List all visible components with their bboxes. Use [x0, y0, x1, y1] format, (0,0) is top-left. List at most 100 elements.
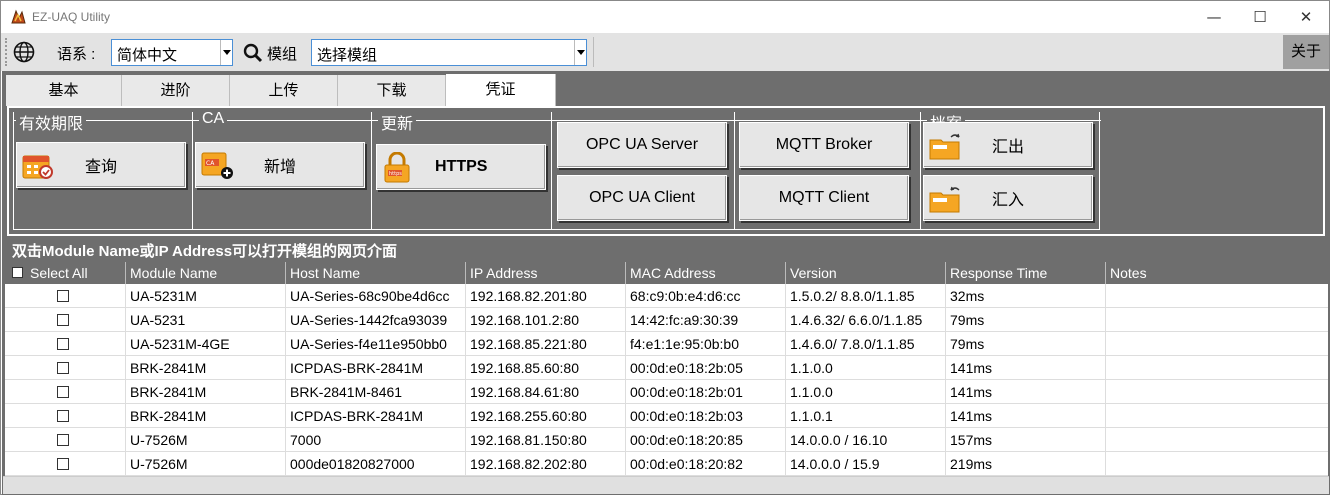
- folder-import-icon: [929, 186, 960, 213]
- opcua-server-button[interactable]: OPC UA Server: [557, 122, 727, 168]
- group-divider: [551, 112, 552, 230]
- row-checkbox[interactable]: [57, 290, 69, 302]
- globe-icon: [13, 41, 35, 63]
- mac-address-cell: 00:0d:e0:18:2b:01: [625, 380, 785, 404]
- ip-address-cell[interactable]: 192.168.101.2:80: [465, 308, 625, 332]
- select-cell[interactable]: [5, 380, 125, 404]
- mac-address-cell: f4:e1:1e:95:0b:b0: [625, 332, 785, 356]
- group-ca: CA CA 新增: [192, 110, 373, 230]
- version-cell: 14.0.0.0 / 15.9: [785, 452, 945, 476]
- tab-download[interactable]: 下载: [338, 75, 446, 106]
- header-response-time[interactable]: Response Time: [945, 262, 1105, 284]
- ip-address-cell[interactable]: 192.168.81.150:80: [465, 428, 625, 452]
- header-notes[interactable]: Notes: [1105, 262, 1328, 284]
- import-button-label: 汇入: [992, 192, 1025, 209]
- chevron-down-icon[interactable]: [220, 40, 232, 65]
- module-name-cell[interactable]: UA-5231M-4GE: [125, 332, 285, 356]
- close-button[interactable]: ✕: [1283, 1, 1329, 33]
- select-cell[interactable]: [5, 404, 125, 428]
- add-ca-button-label: 新增: [264, 159, 297, 176]
- svg-text:https: https: [389, 171, 402, 177]
- export-button-label: 汇出: [992, 139, 1025, 156]
- table-row[interactable]: UA-5231 UA-Series-1442fca93039 192.168.101…: [5, 308, 1328, 332]
- header-module-name[interactable]: Module Name: [125, 262, 285, 284]
- hint-text: 双击Module Name或IP Address可以打开模组的网页介面: [12, 243, 398, 260]
- table-row[interactable]: U-7526M 000de01820827000 192.168.82.202:80…: [5, 452, 1328, 476]
- ip-address-cell[interactable]: 192.168.255.60:80: [465, 404, 625, 428]
- group-update-label: 更新: [378, 110, 417, 134]
- row-checkbox[interactable]: [57, 386, 69, 398]
- select-cell[interactable]: [5, 308, 125, 332]
- main-area: 基本 进阶 上传 下载 凭证 有效期限 查询 CA CA 新增 更新 https…: [2, 71, 1330, 495]
- ip-address-cell[interactable]: 192.168.82.202:80: [465, 452, 625, 476]
- ip-address-cell[interactable]: 192.168.82.201:80: [465, 284, 625, 308]
- ip-address-cell[interactable]: 192.168.84.61:80: [465, 380, 625, 404]
- maximize-button[interactable]: ☐: [1237, 1, 1283, 33]
- minimize-button[interactable]: —: [1191, 1, 1237, 33]
- opcua-client-button[interactable]: OPC UA Client: [557, 175, 727, 221]
- table-row[interactable]: BRK-2841M ICPDAS-BRK-2841M 192.168.255.60:…: [5, 404, 1328, 428]
- header-mac-address[interactable]: MAC Address: [625, 262, 785, 284]
- select-cell[interactable]: [5, 332, 125, 356]
- select-cell[interactable]: [5, 284, 125, 308]
- https-button[interactable]: https HTTPS: [376, 144, 546, 190]
- host-name-cell: BRK-2841M-8461: [285, 380, 465, 404]
- row-checkbox[interactable]: [57, 458, 69, 470]
- chevron-down-icon[interactable]: [574, 40, 586, 65]
- table-row[interactable]: BRK-2841M ICPDAS-BRK-2841M 192.168.85.60:8…: [5, 356, 1328, 380]
- export-button[interactable]: 汇出: [923, 122, 1093, 168]
- tab-upload[interactable]: 上传: [230, 75, 338, 106]
- module-table: Select All Module Name Host Name IP Addr…: [5, 262, 1328, 492]
- add-ca-button[interactable]: CA 新增: [195, 142, 365, 188]
- module-select[interactable]: 选择模组: [311, 39, 587, 66]
- import-button[interactable]: 汇入: [923, 175, 1093, 221]
- mac-address-cell: 00:0d:e0:18:2b:05: [625, 356, 785, 380]
- table-row[interactable]: BRK-2841M BRK-2841M-8461 192.168.84.61:80 0…: [5, 380, 1328, 404]
- row-checkbox[interactable]: [57, 314, 69, 326]
- module-name-cell[interactable]: BRK-2841M: [125, 356, 285, 380]
- row-checkbox[interactable]: [57, 434, 69, 446]
- version-cell: 14.0.0.0 / 16.10: [785, 428, 945, 452]
- horizontal-scrollbar[interactable]: [3, 476, 1329, 494]
- ip-address-cell[interactable]: 192.168.85.221:80: [465, 332, 625, 356]
- notes-cell: [1105, 356, 1328, 380]
- row-checkbox[interactable]: [57, 338, 69, 350]
- version-cell: 1.4.6.0/ 7.8.0/1.1.85: [785, 332, 945, 356]
- module-name-cell[interactable]: UA-5231: [125, 308, 285, 332]
- module-name-cell[interactable]: BRK-2841M: [125, 404, 285, 428]
- opcua-server-button-label: OPC UA Server: [585, 136, 699, 153]
- tab-advanced[interactable]: 进阶: [122, 75, 230, 106]
- header-version[interactable]: Version: [785, 262, 945, 284]
- row-checkbox[interactable]: [57, 362, 69, 374]
- module-name-cell[interactable]: UA-5231M: [125, 284, 285, 308]
- ip-address-cell[interactable]: 192.168.85.60:80: [465, 356, 625, 380]
- mqtt-client-button[interactable]: MQTT Client: [739, 175, 909, 221]
- module-name-cell[interactable]: BRK-2841M: [125, 380, 285, 404]
- table-row[interactable]: U-7526M 7000 192.168.81.150:80 00:0d:e0:18:…: [5, 428, 1328, 452]
- version-cell: 1.1.0.0: [785, 356, 945, 380]
- header-host-name[interactable]: Host Name: [285, 262, 465, 284]
- header-ip-address[interactable]: IP Address: [465, 262, 625, 284]
- mac-address-cell: 00:0d:e0:18:2b:03: [625, 404, 785, 428]
- tab-basic[interactable]: 基本: [6, 75, 122, 106]
- tab-certificate[interactable]: 凭证: [446, 74, 556, 107]
- module-name-cell[interactable]: U-7526M: [125, 428, 285, 452]
- about-button[interactable]: 关于: [1283, 35, 1329, 69]
- host-name-cell: UA-Series-1442fca93039: [285, 308, 465, 332]
- host-name-cell: ICPDAS-BRK-2841M: [285, 404, 465, 428]
- toolbar-grip[interactable]: [5, 38, 8, 66]
- mqtt-broker-button[interactable]: MQTT Broker: [739, 122, 909, 168]
- notes-cell: [1105, 452, 1328, 476]
- module-name-cell[interactable]: U-7526M: [125, 452, 285, 476]
- table-row[interactable]: UA-5231M-4GE UA-Series-f4e11e950bb0 192.16…: [5, 332, 1328, 356]
- select-cell[interactable]: [5, 356, 125, 380]
- select-cell[interactable]: [5, 428, 125, 452]
- select-cell[interactable]: [5, 452, 125, 476]
- select-all-header[interactable]: Select All: [5, 262, 125, 284]
- query-button[interactable]: 查询: [16, 142, 186, 188]
- language-select[interactable]: 简体中文: [111, 39, 233, 66]
- host-name-cell: 000de01820827000: [285, 452, 465, 476]
- table-row[interactable]: UA-5231M UA-Series-68c90be4d6cc 192.168.82…: [5, 284, 1328, 308]
- row-checkbox[interactable]: [57, 410, 69, 422]
- select-all-checkbox[interactable]: [12, 267, 23, 278]
